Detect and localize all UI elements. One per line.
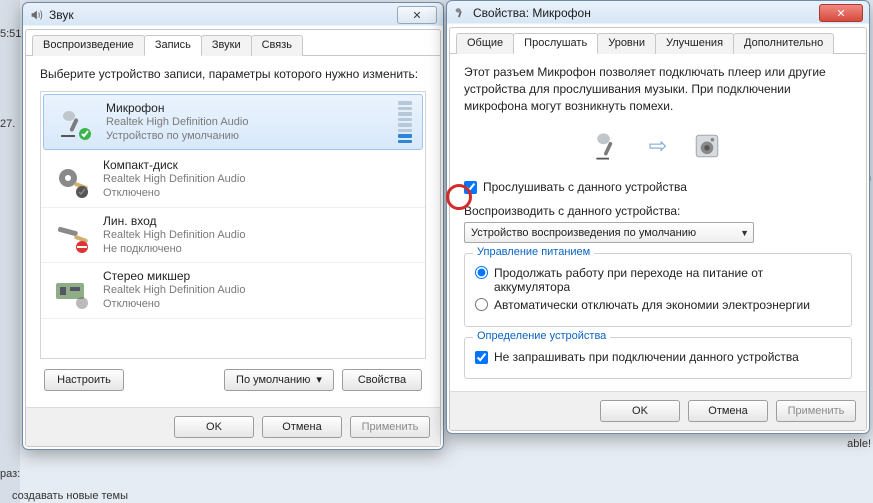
props-close-button[interactable]: ✕: [819, 4, 863, 22]
speaker-icon: [29, 8, 43, 22]
device-status: Отключено: [103, 298, 415, 312]
playthrough-value: Устройство воспроизведения по умолчанию: [471, 227, 696, 239]
device-name: Лин. вход: [103, 214, 415, 229]
linein-icon: [51, 214, 93, 256]
tab-levels[interactable]: Уровни: [597, 33, 656, 54]
listen-description: Этот разъем Микрофон позволяет подключат…: [464, 64, 852, 114]
tab-playback[interactable]: Воспроизведение: [32, 35, 145, 56]
sound-ok-button[interactable]: OK: [174, 416, 254, 438]
detection-checkbox[interactable]: [475, 351, 488, 364]
device-cd[interactable]: Компакт-диск Realtek High Definition Aud…: [41, 152, 425, 208]
props-ok-button[interactable]: OK: [600, 400, 680, 422]
device-status: Не подключено: [103, 243, 415, 257]
chevron-down-icon: ▼: [740, 228, 749, 238]
mini-speaker-icon: [687, 126, 727, 166]
sound-window-titlebar[interactable]: Звук ✕: [23, 3, 443, 27]
device-driver: Realtek High Definition Audio: [103, 173, 415, 187]
arrow-right-icon: ⇨: [649, 133, 667, 159]
power-radio-auto-off[interactable]: [475, 298, 488, 311]
tab-communications[interactable]: Связь: [251, 35, 303, 56]
detection-checkbox-label: Не запрашивать при подключении данного у…: [494, 350, 799, 364]
props-tabs: Общие Прослушать Уровни Улучшения Дополн…: [450, 28, 866, 54]
device-name: Микрофон: [106, 101, 388, 116]
device-driver: Realtek High Definition Audio: [103, 229, 415, 243]
tab-enhancements[interactable]: Улучшения: [655, 33, 734, 54]
props-cancel-button[interactable]: Отмена: [688, 400, 768, 422]
power-radio-continue[interactable]: [475, 266, 488, 279]
props-apply-button[interactable]: Применить: [776, 400, 856, 422]
chevron-down-icon: ▾: [316, 373, 322, 386]
mini-microphone-icon: [589, 126, 629, 166]
bg-27: 27.: [0, 118, 15, 130]
tab-recording[interactable]: Запись: [144, 35, 202, 56]
device-status: Устройство по умолчанию: [106, 130, 388, 144]
vu-meter: [398, 101, 412, 143]
tab-advanced[interactable]: Дополнительно: [733, 33, 834, 54]
device-status: Отключено: [103, 187, 415, 201]
set-default-button[interactable]: По умолчанию ▾: [224, 369, 334, 391]
power-management-group: Управление питанием Продолжать работу пр…: [464, 253, 852, 327]
playthrough-select[interactable]: Устройство воспроизведения по умолчанию …: [464, 222, 754, 243]
properties-button[interactable]: Свойства: [342, 369, 422, 391]
microphone-icon: [54, 101, 96, 143]
listen-checkbox[interactable]: [464, 181, 477, 194]
set-default-label: По умолчанию: [236, 374, 310, 386]
bg-time: 5:51: [0, 28, 21, 40]
device-name: Компакт-диск: [103, 158, 415, 173]
bg-right2: able!: [847, 438, 871, 450]
bg-bottom: создавать новые темы: [12, 490, 128, 502]
tab-listen[interactable]: Прослушать: [513, 33, 598, 54]
cd-icon: [51, 159, 93, 201]
microphone-small-icon: [453, 6, 467, 20]
device-list[interactable]: Микрофон Realtek High Definition Audio У…: [40, 91, 426, 359]
listen-checkbox-label: Прослушивать с данного устройства: [483, 180, 687, 194]
tab-general[interactable]: Общие: [456, 33, 514, 54]
instruction-text: Выберите устройство записи, параметры ко…: [40, 66, 426, 83]
sound-tabs: Воспроизведение Запись Звуки Связь: [26, 30, 440, 56]
power-radio-auto-off-label: Автоматически отключать для экономии эле…: [494, 298, 810, 312]
device-stereo-mix[interactable]: Стерео микшер Realtek High Definition Au…: [41, 263, 425, 319]
device-linein[interactable]: Лин. вход Realtek High Definition Audio …: [41, 208, 425, 264]
power-group-title: Управление питанием: [473, 246, 594, 258]
sound-close-button[interactable]: ✕: [397, 6, 437, 24]
props-window-title: Свойства: Микрофон: [473, 6, 591, 20]
sound-apply-button[interactable]: Применить: [350, 416, 430, 438]
configure-button[interactable]: Настроить: [44, 369, 124, 391]
bg-raz: раз:: [0, 468, 20, 480]
soundcard-icon: [51, 270, 93, 312]
detection-group-title: Определение устройства: [473, 330, 610, 342]
device-microphone[interactable]: Микрофон Realtek High Definition Audio У…: [43, 94, 423, 151]
device-driver: Realtek High Definition Audio: [106, 116, 388, 130]
sound-window-title: Звук: [49, 8, 74, 22]
tab-sounds[interactable]: Звуки: [201, 35, 252, 56]
device-driver: Realtek High Definition Audio: [103, 284, 415, 298]
device-name: Стерео микшер: [103, 269, 415, 284]
playthrough-label: Воспроизводить с данного устройства:: [464, 204, 852, 218]
sound-cancel-button[interactable]: Отмена: [262, 416, 342, 438]
props-window-titlebar[interactable]: Свойства: Микрофон ✕: [447, 1, 869, 25]
detection-group: Определение устройства Не запрашивать пр…: [464, 337, 852, 379]
power-radio-continue-label: Продолжать работу при переходе на питани…: [494, 266, 841, 294]
